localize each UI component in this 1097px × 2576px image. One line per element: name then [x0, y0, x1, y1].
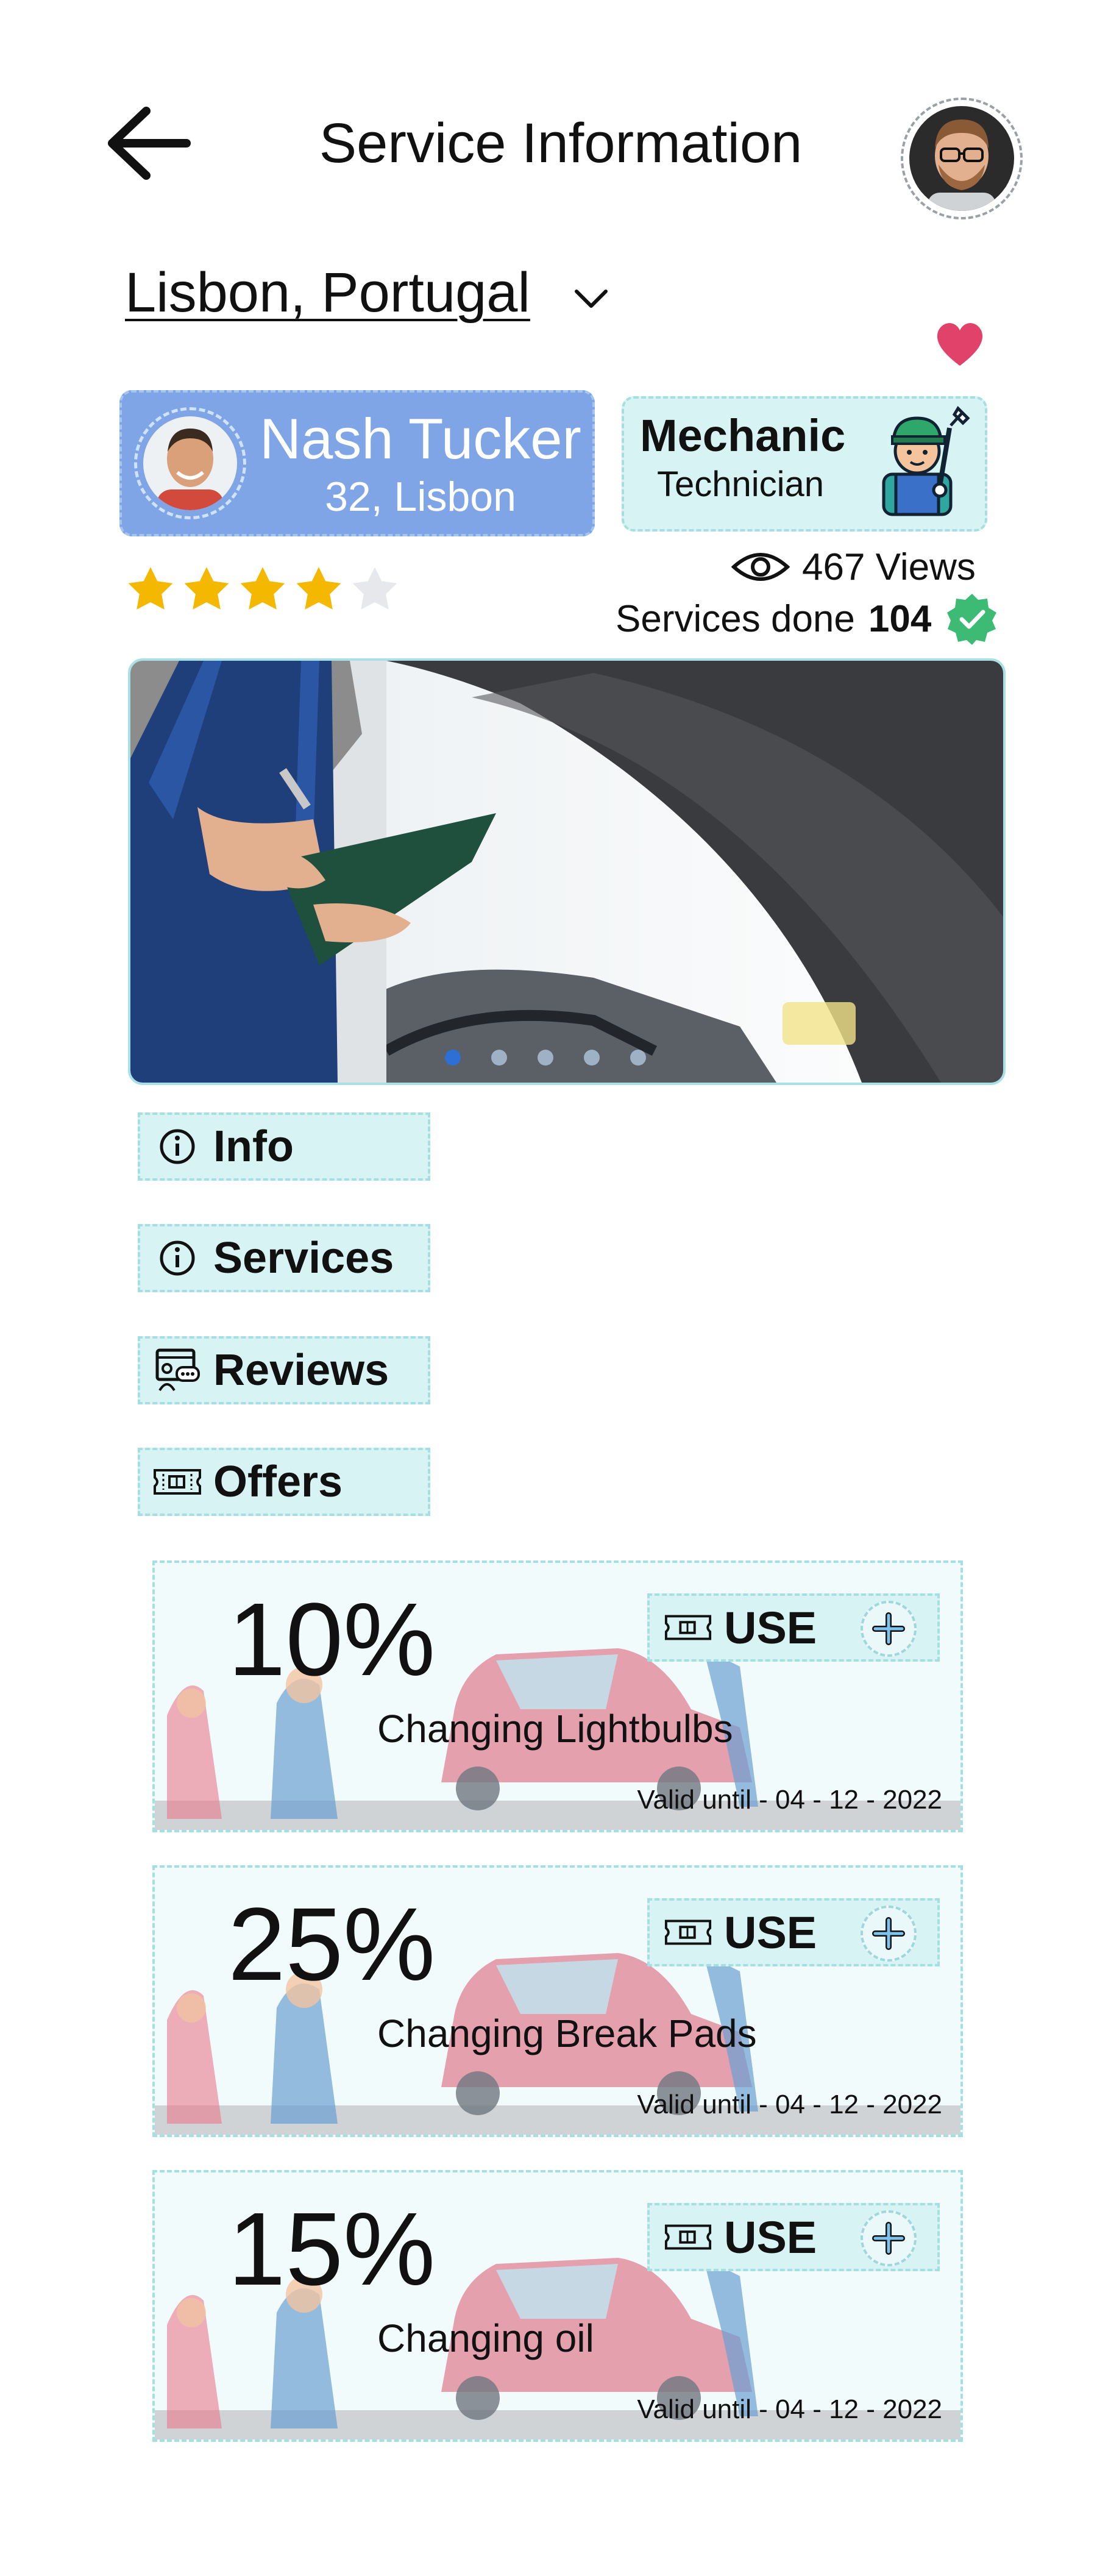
gallery-pagination: [445, 1050, 646, 1066]
mechanic-photo: [130, 661, 1003, 1083]
location-selector[interactable]: Lisbon, Portugal: [125, 259, 530, 326]
rating-stars: [125, 564, 400, 619]
views-stat: 467 Views: [731, 539, 976, 594]
offer-discount: 25%: [228, 1887, 436, 2002]
pagination-dot[interactable]: [630, 1050, 646, 1066]
offer-validity: Valid until - 04 - 12 - 2022: [637, 2394, 942, 2424]
tab-offers[interactable]: Offers: [138, 1448, 430, 1516]
offer-discount: 15%: [228, 2191, 436, 2307]
chevron-down-icon[interactable]: [573, 286, 609, 311]
tab-label: Offers: [213, 1457, 343, 1506]
use-label: USE: [724, 2211, 817, 2263]
voucher-icon: [664, 1920, 712, 1945]
star-empty-icon: [352, 567, 397, 610]
services-label: Services done: [616, 597, 855, 640]
profile-age-location: 32, Lisbon: [325, 474, 516, 520]
tab-label: Info: [213, 1122, 294, 1171]
star-filled-icon: [184, 567, 229, 610]
offer-validity: Valid until - 04 - 12 - 2022: [637, 2090, 942, 2119]
eye-icon: [731, 553, 790, 581]
voucher-icon: [154, 1469, 201, 1495]
offer-card[interactable]: 25% Changing Break Pads Valid until - 04…: [152, 1865, 963, 2137]
add-icon[interactable]: [861, 1601, 917, 1657]
star-filled-icon: [240, 567, 285, 610]
mechanic-icon: [872, 401, 975, 517]
tab-services[interactable]: Services: [138, 1224, 430, 1292]
back-button[interactable]: [104, 104, 195, 183]
star-filled-icon: [128, 567, 173, 610]
heart-icon[interactable]: [932, 317, 987, 372]
star-filled-icon: [296, 567, 341, 610]
arrow-left-icon: [108, 107, 191, 180]
tab-info[interactable]: Info: [138, 1112, 430, 1181]
offer-discount: 10%: [228, 1582, 436, 1698]
profile-name: Nash Tucker: [260, 407, 581, 471]
info-icon: [160, 1129, 195, 1164]
user-avatar[interactable]: [901, 98, 1023, 219]
profile-avatar: [134, 407, 246, 519]
pagination-dot[interactable]: [491, 1050, 507, 1066]
voucher-icon: [664, 2224, 712, 2250]
avatar-image: [909, 106, 1014, 211]
profile-photo: [143, 416, 237, 510]
services-stat: Services done 104: [616, 591, 999, 646]
use-label: USE: [724, 1602, 817, 1653]
pagination-dot-active[interactable]: [445, 1050, 461, 1066]
tab-label: Reviews: [213, 1346, 389, 1395]
pagination-dot[interactable]: [538, 1050, 553, 1066]
info-icon: [160, 1240, 195, 1276]
offer-name: Changing oil: [377, 2316, 594, 2360]
offer-card[interactable]: 10% Changing Lightbulbs Valid until - 04…: [152, 1560, 963, 1832]
reviews-icon: [155, 1348, 200, 1392]
role-title: Mechanic: [640, 410, 846, 461]
services-count: 104: [868, 597, 932, 640]
role-subtitle: Technician: [656, 464, 825, 504]
service-gallery-image[interactable]: [128, 658, 1006, 1085]
verified-badge-icon: [947, 594, 997, 645]
add-icon[interactable]: [861, 2210, 917, 2266]
offer-name: Changing Lightbulbs: [377, 1707, 733, 1751]
offer-validity: Valid until - 04 - 12 - 2022: [637, 1785, 942, 1815]
use-offer-button[interactable]: USE: [647, 2203, 940, 2271]
views-count: 467 Views: [802, 546, 976, 588]
use-label: USE: [724, 1907, 817, 1958]
offer-card[interactable]: 15% Changing oil Valid until - 04 - 12 -…: [152, 2170, 963, 2442]
page-title: Service Information: [319, 112, 803, 174]
use-offer-button[interactable]: USE: [647, 1898, 940, 1966]
pagination-dot[interactable]: [584, 1050, 600, 1066]
offer-name: Changing Break Pads: [377, 2012, 757, 2055]
tab-label: Services: [213, 1234, 394, 1283]
use-offer-button[interactable]: USE: [647, 1593, 940, 1662]
tab-reviews[interactable]: Reviews: [138, 1336, 430, 1404]
add-icon[interactable]: [861, 1905, 917, 1962]
voucher-icon: [664, 1615, 712, 1640]
